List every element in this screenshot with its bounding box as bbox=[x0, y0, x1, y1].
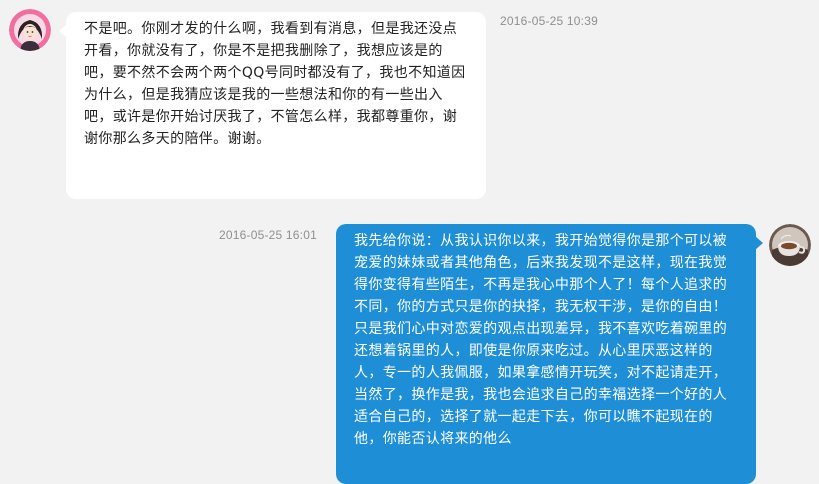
message-text: 我先给你说：从我认识你以来，我开始觉得你是那个可以被宠爱的妹妹或者其他角色，后来… bbox=[354, 233, 728, 447]
message-text: 不是吧。你刚才发的什么啊，我看到有消息，但是我还没点开看，你就没有了，你是不是把… bbox=[84, 21, 466, 147]
outgoing-message-bubble[interactable]: 我先给你说：从我认识你以来，我开始觉得你是那个可以被宠爱的妹妹或者其他角色，后来… bbox=[336, 224, 763, 484]
user-avatar-cup-icon[interactable] bbox=[769, 224, 811, 266]
message-timestamp: 2016-05-25 16:01 bbox=[219, 228, 317, 242]
user-avatar-girl-icon[interactable] bbox=[9, 9, 51, 51]
incoming-message-bubble[interactable]: 不是吧。你刚才发的什么啊，我看到有消息，但是我还没点开看，你就没有了，你是不是把… bbox=[59, 12, 486, 199]
message-timestamp: 2016-05-25 10:39 bbox=[500, 14, 598, 28]
